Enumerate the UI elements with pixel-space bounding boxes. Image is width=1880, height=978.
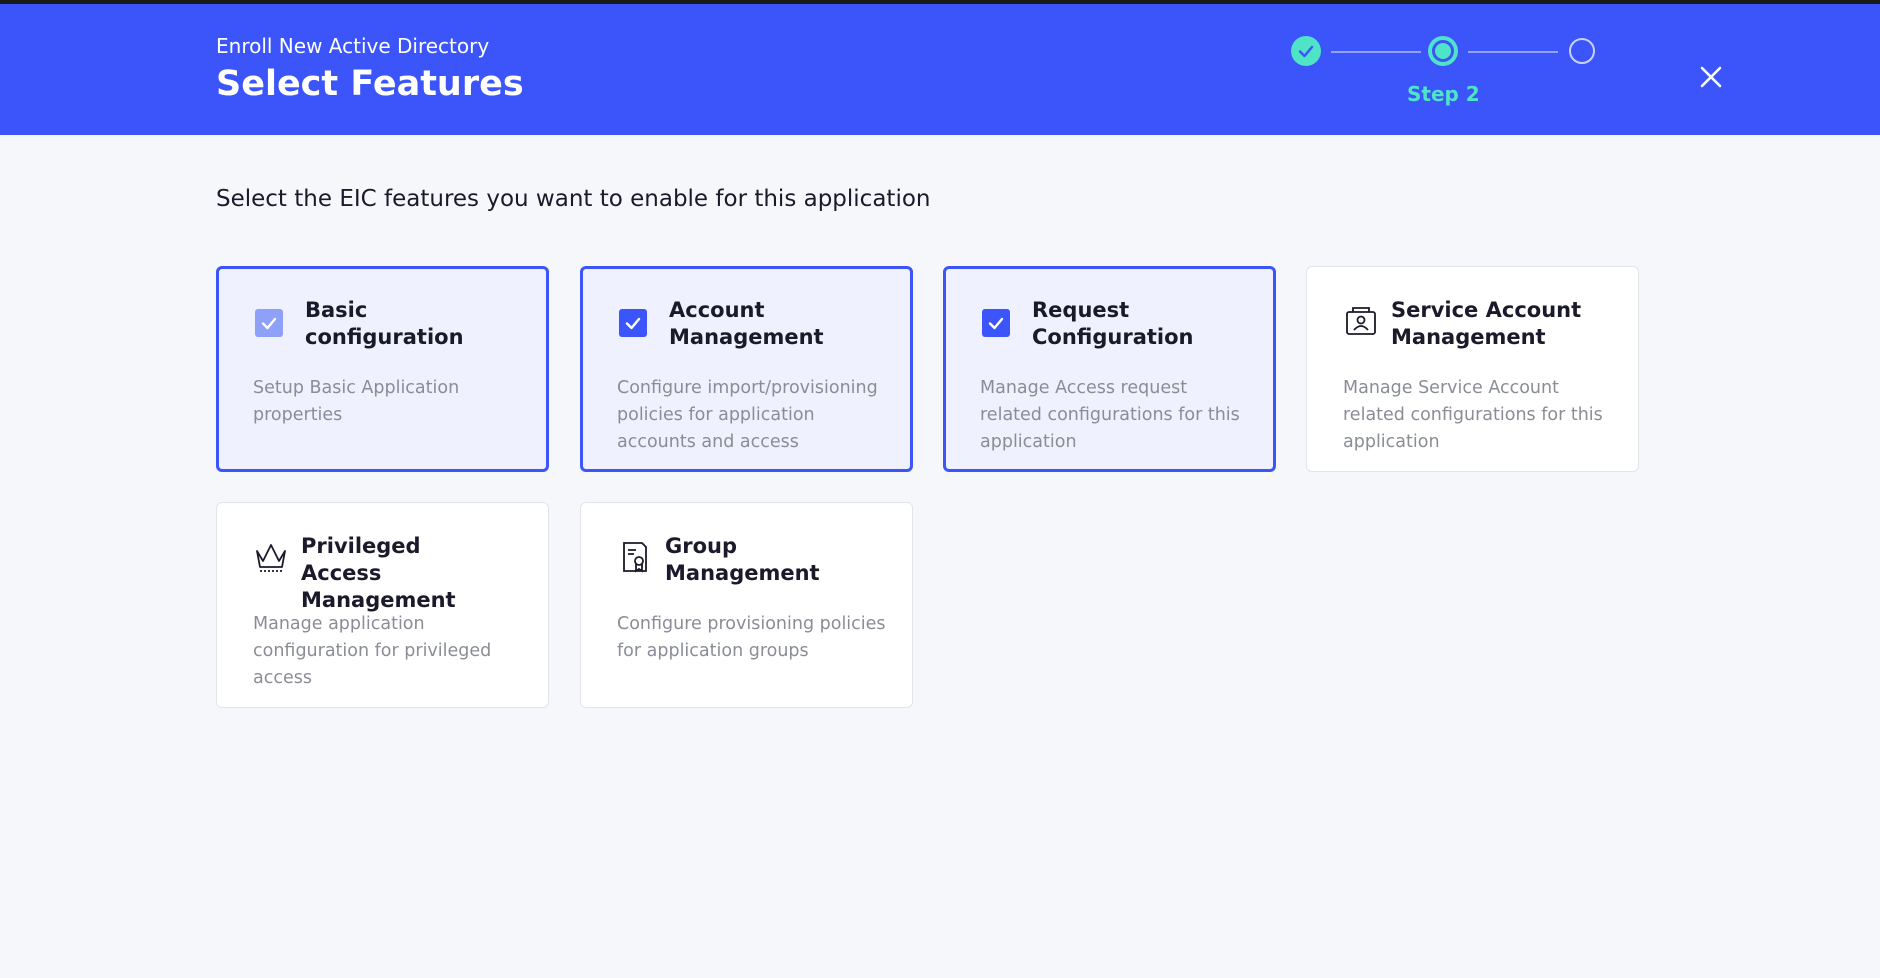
page-title: Select Features <box>216 64 524 104</box>
wizard-subtitle: Enroll New Active Directory <box>216 34 490 58</box>
feature-card-group-management[interactable]: Group Management Configure provisioning … <box>580 502 913 708</box>
feature-description: Configure provisioning policies for appl… <box>617 614 886 661</box>
feature-card-service-account-management[interactable]: Service Account Management Manage Servic… <box>1306 266 1639 472</box>
step-2-current[interactable] <box>1428 36 1458 66</box>
close-icon <box>1700 66 1722 88</box>
step-3-upcoming[interactable] <box>1569 38 1595 64</box>
feature-card-request-configuration[interactable]: Request Configuration Manage Access requ… <box>943 266 1276 472</box>
close-button[interactable] <box>1696 62 1726 92</box>
checkbox-checked-icon[interactable] <box>255 309 283 337</box>
feature-card-basic-configuration[interactable]: Basic configuration Setup Basic Applicat… <box>216 266 549 472</box>
current-step-label: Step 2 <box>1407 82 1480 106</box>
feature-card-privileged-access-management[interactable]: Privileged Access Management Manage appl… <box>216 502 549 708</box>
checkbox-checked-icon[interactable] <box>619 309 647 337</box>
feature-description: Manage Access request related configurat… <box>980 378 1240 452</box>
checkbox-checked-icon[interactable] <box>982 309 1010 337</box>
feature-title: Account Management <box>669 298 824 349</box>
step-connector-1 <box>1331 51 1421 53</box>
service-account-icon <box>1346 307 1376 335</box>
step-1-complete[interactable] <box>1291 36 1321 66</box>
feature-title: Group Management <box>665 534 820 585</box>
feature-title: Privileged Access Management <box>301 534 456 612</box>
check-icon <box>1298 45 1314 58</box>
stepper: Step 2 <box>1291 36 1597 116</box>
feature-description: Manage application configuration for pri… <box>253 614 492 688</box>
feature-card-account-management[interactable]: Account Management Configure import/prov… <box>580 266 913 472</box>
feature-title: Request Configuration <box>1032 298 1194 349</box>
crown-icon <box>256 544 286 572</box>
certificate-icon <box>623 542 647 573</box>
feature-description: Setup Basic Application properties <box>253 378 460 425</box>
feature-description: Configure import/provisioning policies f… <box>617 378 878 452</box>
wizard-header: Enroll New Active Directory Select Featu… <box>0 4 1880 135</box>
feature-description: Manage Service Account related configura… <box>1343 378 1603 452</box>
feature-title: Basic configuration <box>305 298 464 349</box>
feature-title: Service Account Management <box>1391 298 1582 349</box>
instruction-text: Select the EIC features you want to enab… <box>216 186 931 212</box>
step-connector-2 <box>1468 51 1558 53</box>
